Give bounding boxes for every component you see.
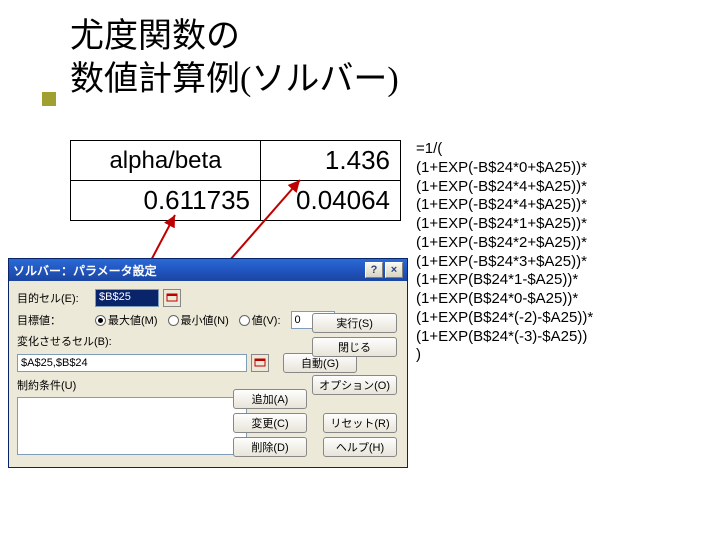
target-cell-input[interactable]: $B$25 (95, 289, 159, 307)
options-button[interactable]: オプション(O) (312, 375, 397, 395)
close-icon[interactable]: × (385, 262, 403, 278)
dialog-title-text: ソルバー：パラメータ設定 (13, 262, 157, 279)
constraint-list[interactable] (17, 397, 247, 455)
cell-bottom-right: 0.04064 (261, 181, 401, 221)
ref-picker-icon[interactable] (163, 289, 181, 307)
cell-header: alpha/beta (71, 141, 261, 181)
reset-button[interactable]: リセット(R) (323, 413, 397, 433)
help-icon[interactable]: ? (365, 262, 383, 278)
delete-button[interactable]: 削除(D) (233, 437, 307, 457)
change-cells-label: 変化させるセル(B): (17, 333, 112, 349)
formula-text: =1/( (1+EXP(-B$24*0+$A25))* (1+EXP(-B$24… (416, 140, 593, 365)
cell-bottom-left: 0.611735 (71, 181, 261, 221)
solver-dialog: ソルバー：パラメータ設定 ? × 目的セル(E): $B$25 目標値： 最大値… (8, 258, 408, 468)
add-button[interactable]: 追加(A) (233, 389, 307, 409)
solve-button[interactable]: 実行(S) (312, 313, 397, 333)
help-button[interactable]: ヘルプ(H) (323, 437, 397, 457)
radio-min[interactable]: 最小値(N) (168, 312, 229, 328)
title-bullet (42, 92, 56, 106)
slide-title: 尤度関数の 数値計算例(ソルバー) (70, 16, 399, 101)
change-cells-input[interactable] (17, 354, 247, 372)
goal-label: 目標値： (17, 312, 91, 328)
constraint-label: 制約条件(U) (17, 377, 76, 393)
change-button[interactable]: 変更(C) (233, 413, 307, 433)
cell-top-right: 1.436 (261, 141, 401, 181)
close-button[interactable]: 閉じる (312, 337, 397, 357)
radio-value[interactable]: 値(V): (239, 312, 281, 328)
dialog-titlebar[interactable]: ソルバー：パラメータ設定 ? × (9, 259, 407, 281)
data-table: alpha/beta 1.436 0.611735 0.04064 (70, 140, 401, 221)
target-cell-label: 目的セル(E): (17, 290, 91, 306)
radio-max[interactable]: 最大値(M) (95, 312, 158, 328)
ref-picker-icon-2[interactable] (251, 354, 269, 372)
title-line-1: 尤度関数の (70, 18, 240, 55)
title-line-2: 数値計算例(ソルバー) (70, 61, 399, 98)
dialog-body: 目的セル(E): $B$25 目標値： 最大値(M) 最小値(N) 値(V): … (9, 281, 407, 467)
